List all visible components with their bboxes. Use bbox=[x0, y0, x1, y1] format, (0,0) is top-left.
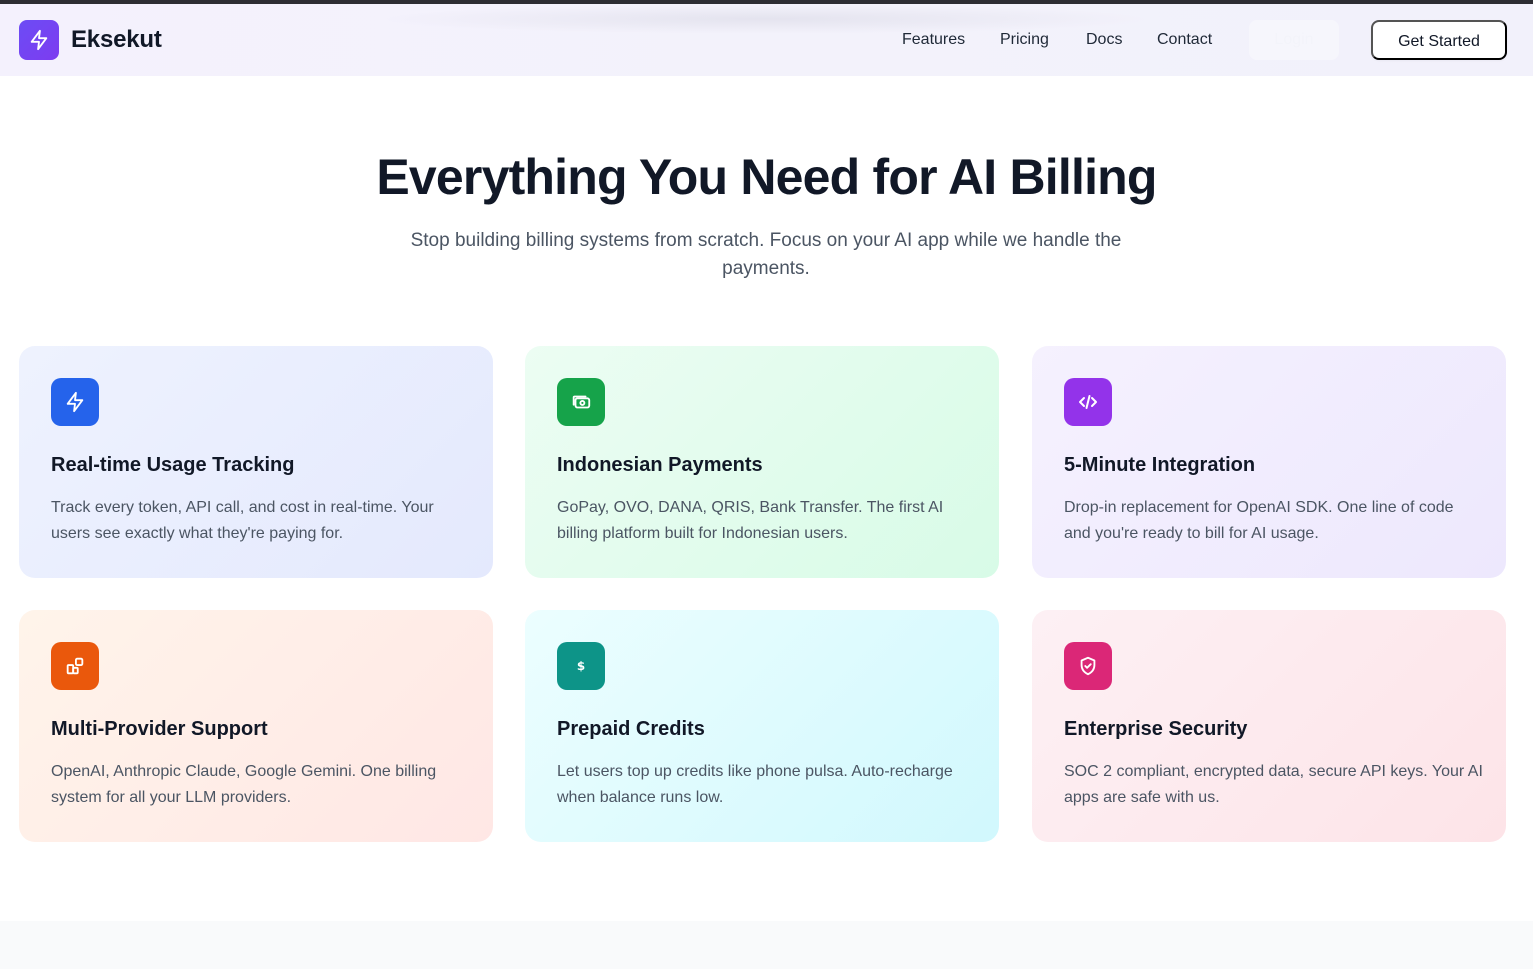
feature-card-multi-provider: Multi-Provider Support OpenAI, Anthropic… bbox=[19, 610, 493, 842]
section-title: Everything You Need for AI Billing bbox=[376, 149, 1157, 205]
shield-check-icon bbox=[1064, 642, 1112, 690]
feature-description: OpenAI, Anthropic Claude, Google Gemini.… bbox=[51, 763, 437, 806]
feature-title: Prepaid Credits bbox=[557, 718, 705, 740]
login-button[interactable]: Login bbox=[1249, 20, 1339, 60]
feature-description: GoPay, OVO, DANA, QRIS, Bank Transfer. T… bbox=[557, 499, 944, 542]
feature-description: Let users top up credits like phone puls… bbox=[557, 763, 953, 806]
feature-card-enterprise-security: Enterprise Security SOC 2 compliant, enc… bbox=[1032, 610, 1506, 842]
site-header: Eksekut Features Pricing Docs Contact Lo… bbox=[0, 4, 1533, 76]
money-icon bbox=[557, 378, 605, 426]
lightning-icon bbox=[51, 378, 99, 426]
feature-description: SOC 2 compliant, encrypted data, secure … bbox=[1064, 763, 1483, 806]
feature-card-usage-tracking: Real-time Usage Tracking Track every tok… bbox=[19, 346, 493, 578]
feature-title: 5-Minute Integration bbox=[1064, 454, 1256, 476]
feature-card-integration: 5-Minute Integration Drop-in replacement… bbox=[1032, 346, 1506, 578]
svg-text:$: $ bbox=[577, 659, 585, 673]
feature-title: Enterprise Security bbox=[1064, 718, 1248, 740]
nav-link-docs[interactable]: Docs bbox=[1086, 20, 1122, 60]
next-section bbox=[0, 921, 1533, 969]
feature-description: Drop-in replacement for OpenAI SDK. One … bbox=[1064, 499, 1454, 542]
feature-title: Multi-Provider Support bbox=[51, 718, 268, 740]
nav-link-pricing[interactable]: Pricing bbox=[1000, 20, 1049, 60]
feature-card-indonesian-payments: Indonesian Payments GoPay, OVO, DANA, QR… bbox=[525, 346, 999, 578]
nav-link-features[interactable]: Features bbox=[902, 20, 965, 60]
code-icon bbox=[1064, 378, 1112, 426]
nav-link-contact[interactable]: Contact bbox=[1157, 20, 1212, 60]
feature-description: Track every token, API call, and cost in… bbox=[51, 499, 434, 542]
get-started-button[interactable]: Get Started bbox=[1371, 20, 1507, 60]
puzzle-icon bbox=[51, 642, 99, 690]
dollar-icon: $ bbox=[557, 642, 605, 690]
feature-card-prepaid-credits: $ Prepaid Credits Let users top up credi… bbox=[525, 610, 999, 842]
feature-title: Indonesian Payments bbox=[557, 454, 763, 476]
feature-title: Real-time Usage Tracking bbox=[51, 454, 295, 476]
section-subtitle: Stop building billing systems from scrat… bbox=[410, 230, 1122, 279]
main-nav: Features Pricing Docs Contact Login Get … bbox=[0, 20, 1533, 60]
